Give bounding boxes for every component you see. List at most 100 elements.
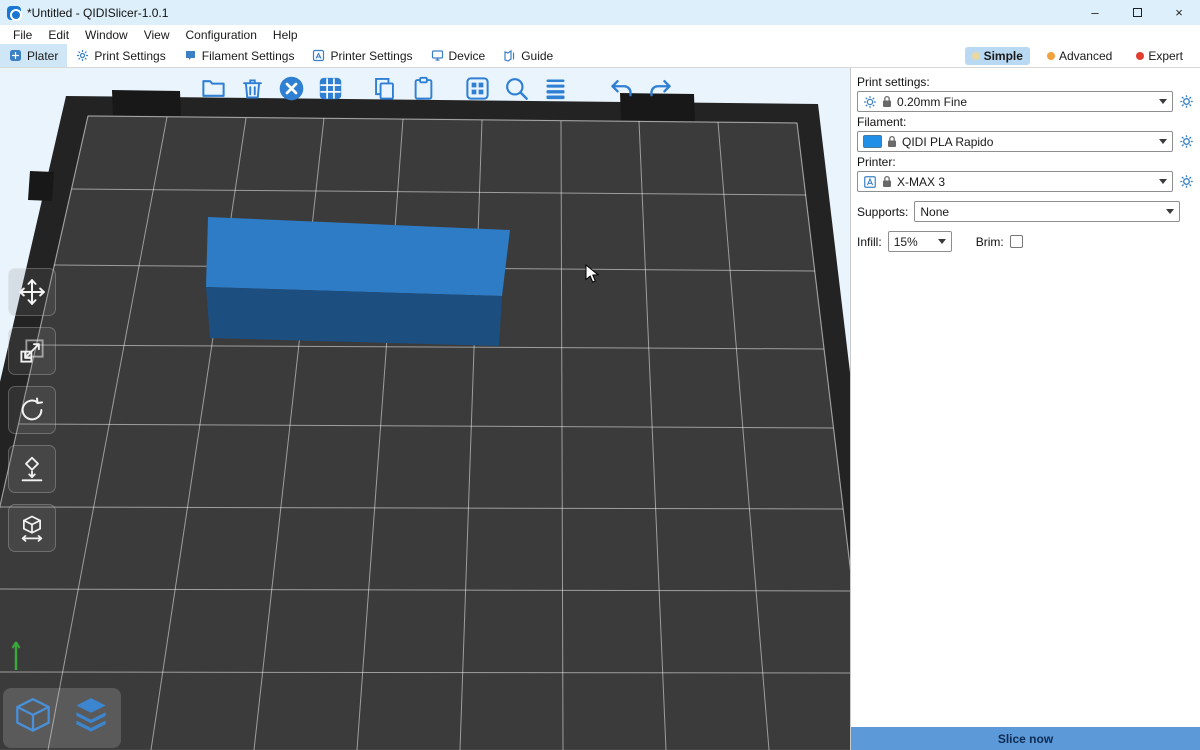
open-project-button[interactable] (196, 71, 230, 105)
advanced-mode-dot-icon (1047, 52, 1055, 60)
print-settings-row: 0.20mm Fine (857, 91, 1194, 112)
close-icon: × (1175, 5, 1183, 20)
filament-gear-button[interactable] (1178, 134, 1194, 150)
folder-open-icon (200, 75, 227, 102)
search-icon (503, 75, 530, 102)
mode-expert[interactable]: Expert (1129, 47, 1190, 65)
tab-printer-settings[interactable]: Printer Settings (303, 44, 421, 67)
menu-bar: File Edit Window View Configuration Help (0, 25, 1200, 44)
tab-plater[interactable]: Plater (0, 44, 67, 67)
supports-combo[interactable]: None (914, 201, 1180, 222)
plate-clip (112, 90, 181, 120)
chevron-down-icon (1166, 209, 1174, 214)
cut-icon (17, 513, 47, 543)
split-objects-icon (464, 75, 491, 102)
redo-icon (647, 75, 674, 102)
menu-configuration[interactable]: Configuration (178, 26, 265, 44)
simple-mode-dot-icon (972, 52, 980, 60)
printer-row: X-MAX 3 (857, 171, 1194, 192)
filament-value: QIDI PLA Rapido (902, 135, 993, 149)
scale-button[interactable] (8, 327, 56, 375)
tab-bar: Plater Print Settings Filament Settings … (0, 44, 1200, 68)
paste-icon (410, 75, 437, 102)
chevron-down-icon (938, 239, 946, 244)
menu-window[interactable]: Window (77, 26, 136, 44)
undo-icon (608, 75, 635, 102)
menu-view[interactable]: View (136, 26, 178, 44)
gear-icon (1179, 134, 1194, 149)
menu-file[interactable]: File (5, 26, 40, 44)
filament-combo[interactable]: QIDI PLA Rapido (857, 131, 1173, 152)
app-logo-icon (7, 6, 21, 20)
viewport-3d[interactable] (0, 68, 850, 750)
variable-layer-height-button[interactable] (538, 71, 572, 105)
chevron-down-icon (1159, 99, 1167, 104)
maximize-button[interactable] (1116, 0, 1158, 25)
mode-label: Simple (984, 49, 1023, 63)
tab-filament-settings[interactable]: Filament Settings (175, 44, 304, 67)
place-on-face-button[interactable] (8, 445, 56, 493)
paste-button[interactable] (406, 71, 440, 105)
delete-all-icon (278, 75, 305, 102)
mode-label: Expert (1148, 49, 1183, 63)
rotate-icon (17, 395, 47, 425)
mode-label: Advanced (1059, 49, 1112, 63)
brim-checkbox[interactable] (1010, 235, 1023, 248)
printer-label: Printer: (857, 155, 1194, 169)
copy-button[interactable] (367, 71, 401, 105)
tab-label: Device (449, 49, 486, 63)
printer-gear-button[interactable] (1178, 174, 1194, 190)
rotate-button[interactable] (8, 386, 56, 434)
supports-value: None (920, 205, 949, 219)
delete-button[interactable] (235, 71, 269, 105)
move-button[interactable] (8, 268, 56, 316)
mode-switcher: Simple Advanced Expert (965, 44, 1200, 67)
minimize-button[interactable]: – (1074, 0, 1116, 25)
infill-combo[interactable]: 15% (888, 231, 952, 252)
split-objects-button[interactable] (460, 71, 494, 105)
search-button[interactable] (499, 71, 533, 105)
title-bar: *Untitled - QIDISlicer-1.0.1 – × (0, 0, 1200, 25)
menu-edit[interactable]: Edit (40, 26, 77, 44)
filament-row: QIDI PLA Rapido (857, 131, 1194, 152)
brim-label: Brim: (976, 235, 1004, 249)
slice-now-button[interactable]: Slice now (851, 727, 1200, 750)
tab-label: Filament Settings (202, 49, 295, 63)
infill-brim-row: Infill: 15% Brim: (857, 231, 1194, 252)
gizmo-toolbar (8, 268, 56, 552)
layers-stack-icon (68, 695, 114, 741)
close-button[interactable]: × (1158, 0, 1200, 25)
viewport-toolbar (196, 71, 677, 105)
layers-icon (542, 75, 569, 102)
device-icon (431, 49, 444, 62)
arrange-button[interactable] (313, 71, 347, 105)
printer-value: X-MAX 3 (897, 175, 945, 189)
place-on-face-icon (17, 454, 47, 484)
tab-label: Printer Settings (330, 49, 412, 63)
tab-label: Plater (27, 49, 58, 63)
window-title: *Untitled - QIDISlicer-1.0.1 (27, 6, 168, 20)
filament-color-swatch (863, 135, 882, 148)
infill-label: Infill: (857, 235, 882, 249)
plate-clip (28, 171, 54, 201)
tab-print-settings[interactable]: Print Settings (67, 44, 174, 67)
redo-button[interactable] (643, 71, 677, 105)
tab-device[interactable]: Device (422, 44, 495, 67)
print-settings-combo[interactable]: 0.20mm Fine (857, 91, 1173, 112)
model-object[interactable] (206, 217, 510, 346)
printer-icon (863, 175, 877, 189)
delete-all-button[interactable] (274, 71, 308, 105)
cut-button[interactable] (8, 504, 56, 552)
print-settings-gear-button[interactable] (1178, 94, 1194, 110)
mode-simple[interactable]: Simple (965, 47, 1030, 65)
mode-advanced[interactable]: Advanced (1040, 47, 1119, 65)
tab-guide[interactable]: Guide (494, 44, 562, 67)
undo-button[interactable] (604, 71, 638, 105)
preview-view-button[interactable] (64, 691, 118, 745)
build-plate-canvas[interactable] (0, 68, 850, 750)
menu-help[interactable]: Help (265, 26, 306, 44)
editor-view-button[interactable] (6, 691, 60, 745)
printer-combo[interactable]: X-MAX 3 (857, 171, 1173, 192)
lock-icon (887, 135, 897, 148)
cube-3d-icon (10, 695, 56, 741)
